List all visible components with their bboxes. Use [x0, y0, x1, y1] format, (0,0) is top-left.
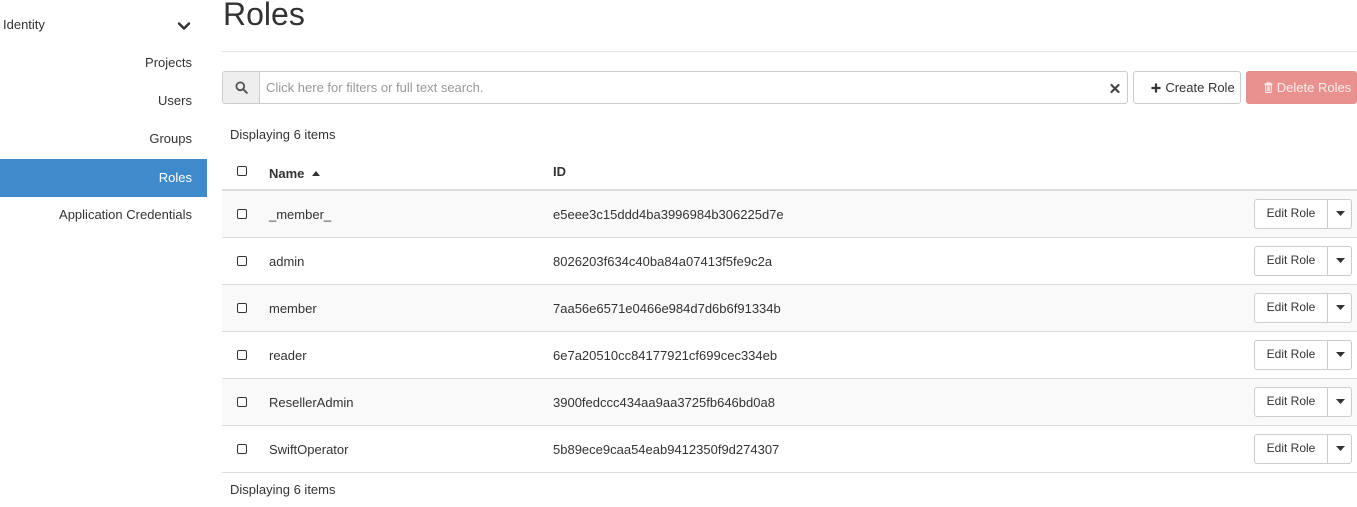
column-header-label: Name	[269, 166, 305, 181]
sidebar-section-identity[interactable]: Identity	[0, 0, 207, 46]
sidebar-item-groups[interactable]: Groups	[0, 120, 207, 158]
caret-down-icon	[1336, 446, 1345, 451]
trash-icon	[1264, 73, 1273, 104]
caret-down-icon	[1336, 399, 1345, 404]
close-icon[interactable]	[1109, 81, 1121, 95]
search-input[interactable]	[261, 72, 1099, 103]
table-header: Name ID	[222, 152, 1357, 191]
sidebar: Identity Projects Users Groups Roles App…	[0, 0, 207, 507]
edit-role-split-button: Edit Role	[1254, 387, 1352, 417]
table-row: reader 6e7a20510cc84177921cf699cec334eb …	[222, 332, 1357, 379]
role-id: 3900fedccc434aa9aa3725fb646bd0a8	[553, 395, 775, 410]
sidebar-item-label: Application Credentials	[59, 207, 192, 222]
row-actions-dropdown[interactable]	[1329, 341, 1351, 369]
row-checkbox[interactable]	[237, 256, 247, 266]
edit-role-button[interactable]: Edit Role	[1255, 388, 1328, 416]
plus-icon	[1151, 73, 1161, 104]
select-all-checkbox[interactable]	[237, 166, 247, 176]
caret-down-icon	[1336, 211, 1345, 216]
edit-role-button[interactable]: Edit Role	[1255, 435, 1328, 463]
row-checkbox[interactable]	[237, 397, 247, 407]
row-actions-dropdown[interactable]	[1329, 435, 1351, 463]
sidebar-item-label: Roles	[158, 170, 192, 185]
table-row: _member_ e5eee3c15ddd4ba3996984b306225d7…	[222, 191, 1357, 238]
role-id: 5b89ece9caa54eab9412350f9d274307	[553, 442, 780, 457]
role-name: admin	[269, 254, 305, 269]
edit-role-split-button: Edit Role	[1254, 340, 1352, 370]
table-row: member 7aa56e6571e0466e984d7d6b6f91334b …	[222, 285, 1357, 332]
sidebar-item-users[interactable]: Users	[0, 82, 207, 120]
edit-role-split-button: Edit Role	[1254, 246, 1352, 276]
sidebar-item-application-credentials[interactable]: Application Credentials	[0, 196, 207, 234]
edit-role-split-button: Edit Role	[1254, 199, 1352, 229]
row-actions-dropdown[interactable]	[1329, 200, 1351, 228]
sidebar-item-label: Users	[158, 93, 192, 108]
row-checkbox[interactable]	[237, 209, 247, 219]
search-icon	[223, 72, 260, 103]
sidebar-item-label: Groups	[149, 131, 192, 146]
column-header-id[interactable]: ID	[553, 164, 566, 179]
role-id: 8026203f634c40ba84a07413f5fe9c2a	[553, 254, 773, 269]
role-name: member	[269, 301, 317, 316]
edit-role-split-button: Edit Role	[1254, 434, 1352, 464]
row-actions-dropdown[interactable]	[1329, 388, 1351, 416]
column-header-name[interactable]: Name	[269, 164, 321, 181]
caret-down-icon	[1336, 258, 1345, 263]
sidebar-item-roles[interactable]: Roles	[0, 159, 207, 197]
item-count-top: Displaying 6 items	[230, 127, 336, 142]
caret-down-icon	[1336, 352, 1345, 357]
create-role-button[interactable]: Create Role	[1133, 71, 1241, 104]
role-id: e5eee3c15ddd4ba3996984b306225d7e	[553, 207, 784, 222]
row-checkbox[interactable]	[237, 444, 247, 454]
edit-role-split-button: Edit Role	[1254, 293, 1352, 323]
edit-role-button[interactable]: Edit Role	[1255, 341, 1328, 369]
caret-down-icon	[1336, 305, 1345, 310]
page-title: Roles	[223, 0, 305, 32]
role-name: ResellerAdmin	[269, 395, 354, 410]
role-name: reader	[269, 348, 307, 363]
role-id: 6e7a20510cc84177921cf699cec334eb	[553, 348, 778, 363]
edit-role-button[interactable]: Edit Role	[1255, 247, 1328, 275]
row-actions-dropdown[interactable]	[1329, 247, 1351, 275]
create-role-label: Create Role	[1165, 80, 1235, 95]
title-divider	[222, 51, 1357, 52]
sidebar-item-label: Projects	[145, 55, 192, 70]
table-row: SwiftOperator 5b89ece9caa54eab9412350f9d…	[222, 426, 1357, 473]
edit-role-button[interactable]: Edit Role	[1255, 200, 1328, 228]
edit-role-button[interactable]: Edit Role	[1255, 294, 1328, 322]
role-id: 7aa56e6571e0466e984d7d6b6f91334b	[553, 301, 781, 316]
chevron-down-icon[interactable]	[176, 18, 192, 34]
delete-roles-button[interactable]: Delete Roles	[1246, 71, 1357, 104]
sidebar-section-label: Identity	[3, 17, 45, 32]
delete-roles-label: Delete Roles	[1276, 80, 1352, 95]
row-actions-dropdown[interactable]	[1329, 294, 1351, 322]
sort-asc-icon	[312, 164, 321, 179]
item-count-bottom: Displaying 6 items	[230, 482, 336, 497]
role-name: SwiftOperator	[269, 442, 349, 457]
search-bar	[222, 71, 1128, 104]
sidebar-item-projects[interactable]: Projects	[0, 44, 207, 82]
table-row: admin 8026203f634c40ba84a07413f5fe9c2a E…	[222, 238, 1357, 285]
row-checkbox[interactable]	[237, 303, 247, 313]
row-checkbox[interactable]	[237, 350, 247, 360]
role-name: _member_	[269, 207, 332, 222]
table-row: ResellerAdmin 3900fedccc434aa9aa3725fb64…	[222, 379, 1357, 426]
